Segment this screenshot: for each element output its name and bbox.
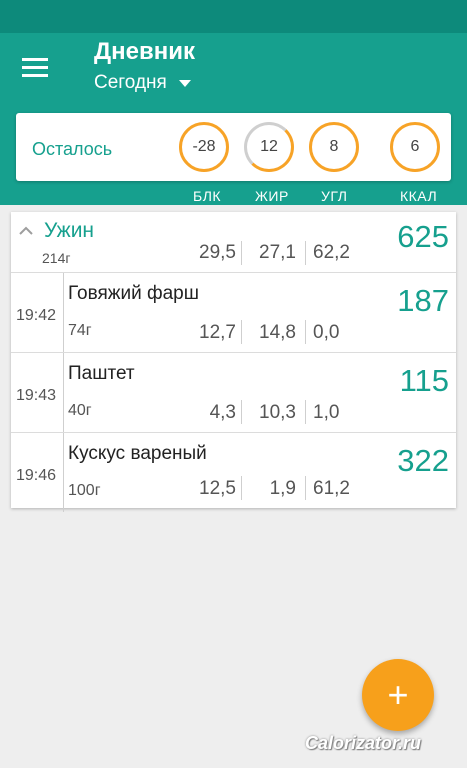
meal-card: Ужин 214г 29,5 27,1 62,2 625 19:42 Говяж…: [11, 212, 456, 512]
divider: [63, 273, 64, 352]
food-fat: 14,8: [259, 322, 296, 343]
food-carbs: 0,0: [313, 322, 340, 343]
carbs-remaining-ring: 8: [309, 122, 359, 172]
divider: [305, 400, 306, 424]
food-weight: 74г: [68, 322, 92, 339]
watermark: Calorizator.ru: [305, 733, 422, 753]
divider: [63, 433, 64, 512]
page-title: Дневник: [94, 38, 195, 65]
period-dropdown[interactable]: Сегодня: [94, 72, 191, 94]
food-name: Кускус вареный: [68, 443, 207, 464]
food-item-row[interactable]: 19:43 Паштет 40г 4,3 10,3 1,0 115: [11, 353, 456, 433]
divider: [305, 476, 306, 500]
divider: [63, 353, 64, 432]
protein-remaining-ring: -28: [179, 122, 229, 172]
plus-icon: +: [387, 674, 409, 715]
status-bar: [0, 0, 467, 33]
food-kcal: 187: [397, 283, 449, 318]
meal-protein: 29,5: [199, 242, 236, 263]
meal-header-row[interactable]: Ужин 214г 29,5 27,1 62,2 625: [11, 212, 456, 273]
food-protein: 4,3: [209, 402, 236, 423]
meal-weight: 214г: [42, 250, 71, 266]
meal-fat: 27,1: [259, 242, 296, 263]
remaining-summary-card: Осталось -28 12 8 6: [16, 113, 451, 181]
fat-remaining-ring: 12: [244, 122, 294, 172]
food-kcal: 115: [399, 363, 449, 398]
divider: [305, 320, 306, 344]
food-carbs: 1,0: [313, 402, 340, 423]
food-item-row[interactable]: 19:42 Говяжий фарш 74г 12,7 14,8 0,0 187: [11, 273, 456, 353]
menu-icon[interactable]: [22, 58, 50, 80]
food-name: Паштет: [68, 363, 135, 384]
food-weight: 40г: [68, 402, 92, 419]
food-fat: 10,3: [259, 402, 296, 423]
period-label: Сегодня: [94, 72, 167, 93]
chevron-up-icon[interactable]: [18, 224, 34, 236]
dropdown-arrow-icon: [178, 79, 191, 87]
food-weight: 100г: [68, 482, 101, 499]
food-time: 19:43: [16, 387, 57, 404]
divider: [305, 241, 306, 265]
food-time: 19:46: [16, 467, 57, 484]
column-label-protein: БЛК: [193, 188, 222, 204]
food-time: 19:42: [16, 307, 57, 324]
kcal-remaining-ring: 6: [390, 122, 440, 172]
add-food-button[interactable]: +: [362, 659, 434, 731]
food-carbs: 61,2: [313, 478, 350, 499]
food-protein: 12,5: [199, 478, 236, 499]
column-label-kcal: ККАЛ: [400, 188, 438, 204]
food-item-row[interactable]: 19:46 Кускус вареный 100г 12,5 1,9 61,2 …: [11, 433, 456, 512]
meal-carbs: 62,2: [313, 242, 350, 263]
column-label-carbs: УГЛ: [321, 188, 348, 204]
food-name: Говяжий фарш: [68, 283, 199, 304]
meal-kcal: 625: [397, 219, 449, 254]
meal-name: Ужин: [44, 219, 95, 242]
food-protein: 12,7: [199, 322, 236, 343]
column-label-fat: ЖИР: [255, 188, 289, 204]
food-kcal: 322: [397, 443, 449, 478]
food-fat: 1,9: [269, 478, 296, 499]
remaining-label: Осталось: [32, 139, 113, 159]
